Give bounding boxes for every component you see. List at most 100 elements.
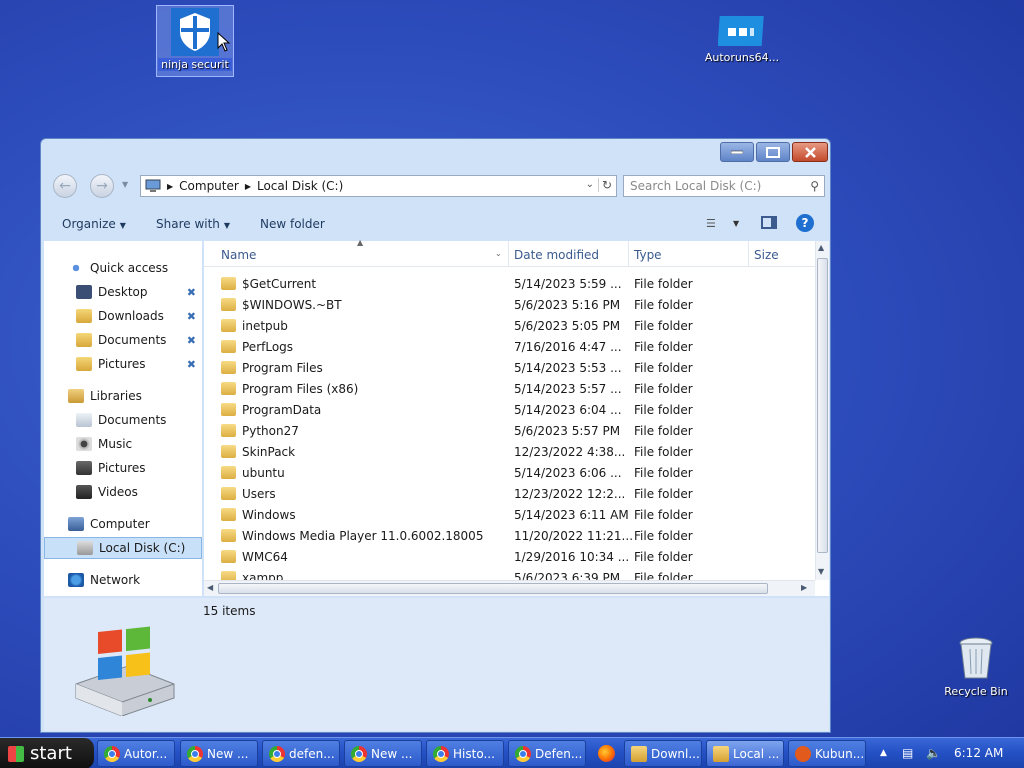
taskbar-button-downloads[interactable]: Downl...: [624, 740, 702, 767]
close-button[interactable]: [792, 142, 828, 162]
table-row[interactable]: Python27 5/6/2023 5:57 PM File folder: [204, 421, 815, 442]
taskbar-button-new-1[interactable]: New ...: [180, 740, 258, 767]
preview-pane-icon[interactable]: [761, 216, 777, 229]
file-date-modified: 5/14/2023 6:04 ...: [514, 403, 622, 417]
folder-icon: [221, 487, 236, 500]
explorer-window: ← → ▼ ▶ Computer ▶ Local Disk (C:) ⌄ ↻ S…: [40, 138, 831, 733]
table-row[interactable]: ubuntu 5/14/2023 6:06 ... File folder: [204, 463, 815, 484]
scroll-right-icon[interactable]: ▶: [801, 583, 807, 592]
search-input[interactable]: Search Local Disk (C:) ⚲: [623, 175, 825, 197]
taskbar-button-defen-2[interactable]: Defen...: [508, 740, 586, 767]
show-hidden-icons-chevron-icon[interactable]: ▲: [880, 748, 887, 758]
documents-library-icon: [76, 413, 92, 427]
table-row[interactable]: SkinPack 12/23/2022 4:38... File folder: [204, 442, 815, 463]
table-row[interactable]: Users 12/23/2022 12:2... File folder: [204, 484, 815, 505]
table-row[interactable]: xampp 5/6/2023 6:39 PM File folder: [204, 568, 815, 580]
chevron-down-icon[interactable]: ⌄: [586, 179, 594, 190]
chrome-icon: [351, 746, 367, 762]
table-row[interactable]: $GetCurrent 5/14/2023 5:59 ... File folder: [204, 274, 815, 295]
table-row[interactable]: Windows Media Player 11.0.6002.18005 11/2…: [204, 526, 815, 547]
column-divider[interactable]: [628, 241, 629, 267]
network-tray-icon[interactable]: ▤: [902, 746, 913, 760]
clock[interactable]: 6:12 AM: [954, 746, 1003, 760]
horizontal-scrollbar[interactable]: ◀ ▶: [204, 580, 815, 596]
nav-item-local-disk[interactable]: Local Disk (C:): [44, 537, 202, 559]
libraries-icon: [68, 389, 84, 403]
desktop-icon-ninja-security[interactable]: ninja securit: [156, 5, 234, 77]
scroll-left-icon[interactable]: ◀: [207, 583, 213, 592]
nav-item-downloads[interactable]: Downloads ✖: [44, 305, 202, 327]
back-button[interactable]: ←: [53, 174, 77, 198]
desktop-icon-autoruns[interactable]: Autoruns64...: [702, 12, 782, 64]
nav-item-library-pictures[interactable]: Pictures: [44, 457, 202, 479]
documents-folder-icon: [76, 333, 92, 347]
address-bar[interactable]: ▶ Computer ▶ Local Disk (C:) ⌄ ↻: [140, 175, 617, 197]
nav-item-documents[interactable]: Documents ✖: [44, 329, 202, 351]
help-icon[interactable]: ?: [796, 214, 814, 232]
nav-item-libraries[interactable]: Libraries: [44, 385, 202, 407]
table-row[interactable]: Windows 5/14/2023 6:11 AM File folder: [204, 505, 815, 526]
column-divider[interactable]: [508, 241, 509, 267]
new-folder-label: New folder: [260, 217, 325, 231]
taskbar-button-kubuntu[interactable]: Kubun...: [788, 740, 866, 767]
column-header-name[interactable]: Name: [221, 248, 256, 262]
file-date-modified: 5/6/2023 5:57 PM: [514, 424, 621, 438]
nav-item-label: Quick access: [90, 261, 169, 275]
file-date-modified: 5/14/2023 5:53 ...: [514, 361, 622, 375]
table-row[interactable]: PerfLogs 7/16/2016 4:47 ... File folder: [204, 337, 815, 358]
nav-item-quick-access[interactable]: Quick access: [44, 257, 202, 279]
column-header-size[interactable]: Size: [754, 248, 779, 262]
scroll-down-icon[interactable]: ▼: [818, 567, 824, 576]
breadcrumb-separator-icon[interactable]: ▶: [245, 182, 251, 191]
taskbar-button-history[interactable]: Histo...: [426, 740, 504, 767]
chevron-down-icon[interactable]: ▼: [733, 219, 739, 228]
taskbar-button-autoruns[interactable]: Autor...: [97, 740, 175, 767]
table-row[interactable]: WMC64 1/29/2016 10:34 ... File folder: [204, 547, 815, 568]
firefox-icon[interactable]: [598, 745, 615, 762]
start-button[interactable]: start: [0, 738, 94, 768]
folder-icon: [221, 361, 236, 374]
volume-icon[interactable]: 🔈: [926, 746, 941, 760]
view-options-icon[interactable]: ☰: [706, 217, 716, 230]
breadcrumb-computer[interactable]: Computer: [179, 179, 239, 193]
table-row[interactable]: ProgramData 5/14/2023 6:04 ... File folder: [204, 400, 815, 421]
nav-item-library-documents[interactable]: Documents: [44, 409, 202, 431]
folder-icon: [221, 298, 236, 311]
taskbar-button-new-2[interactable]: New ...: [344, 740, 422, 767]
maximize-button[interactable]: [756, 142, 790, 162]
refresh-icon[interactable]: ↻: [597, 178, 612, 192]
table-row[interactable]: inetpub 5/6/2023 5:05 PM File folder: [204, 316, 815, 337]
table-row[interactable]: $WINDOWS.~BT 5/6/2023 5:16 PM File folder: [204, 295, 815, 316]
minimize-button[interactable]: [720, 142, 754, 162]
nav-item-library-music[interactable]: Music: [44, 433, 202, 455]
vertical-scroll-thumb[interactable]: [817, 258, 828, 553]
taskbar-button-local-disk[interactable]: Local ...: [706, 740, 784, 767]
breadcrumb-separator-icon[interactable]: ▶: [167, 182, 173, 191]
nav-item-library-videos[interactable]: Videos: [44, 481, 202, 503]
nav-item-desktop[interactable]: Desktop ✖: [44, 281, 202, 303]
column-header-date[interactable]: Date modified: [514, 248, 599, 262]
nav-item-network[interactable]: Network: [44, 569, 202, 591]
desktop-icon-recycle-bin[interactable]: Recycle Bin: [938, 636, 1014, 698]
nav-item-pictures[interactable]: Pictures ✖: [44, 353, 202, 375]
pictures-library-icon: [76, 461, 92, 475]
forward-button[interactable]: →: [90, 174, 114, 198]
table-row[interactable]: Program Files 5/14/2023 5:53 ... File fold…: [204, 358, 815, 379]
recent-locations-chevron-icon[interactable]: ▼: [122, 180, 128, 189]
scroll-up-icon[interactable]: ▲: [818, 243, 824, 252]
share-with-menu[interactable]: Share with ▼: [156, 217, 230, 231]
column-divider[interactable]: [748, 241, 749, 267]
chevron-down-icon[interactable]: ⌄: [495, 249, 502, 258]
organize-menu[interactable]: Organize ▼: [62, 217, 126, 231]
title-bar[interactable]: [41, 139, 830, 169]
folder-icon: [221, 571, 236, 580]
file-name: SkinPack: [242, 445, 296, 459]
column-header-type[interactable]: Type: [634, 248, 662, 262]
horizontal-scroll-thumb[interactable]: [218, 583, 768, 594]
table-row[interactable]: Program Files (x86) 5/14/2023 5:57 ... Fil…: [204, 379, 815, 400]
vertical-scrollbar[interactable]: ▲ ▼: [815, 241, 829, 580]
new-folder-button[interactable]: New folder: [260, 217, 325, 231]
breadcrumb-local-disk[interactable]: Local Disk (C:): [257, 179, 343, 193]
nav-item-computer[interactable]: Computer: [44, 513, 202, 535]
taskbar-button-defen-1[interactable]: defen...: [262, 740, 340, 767]
